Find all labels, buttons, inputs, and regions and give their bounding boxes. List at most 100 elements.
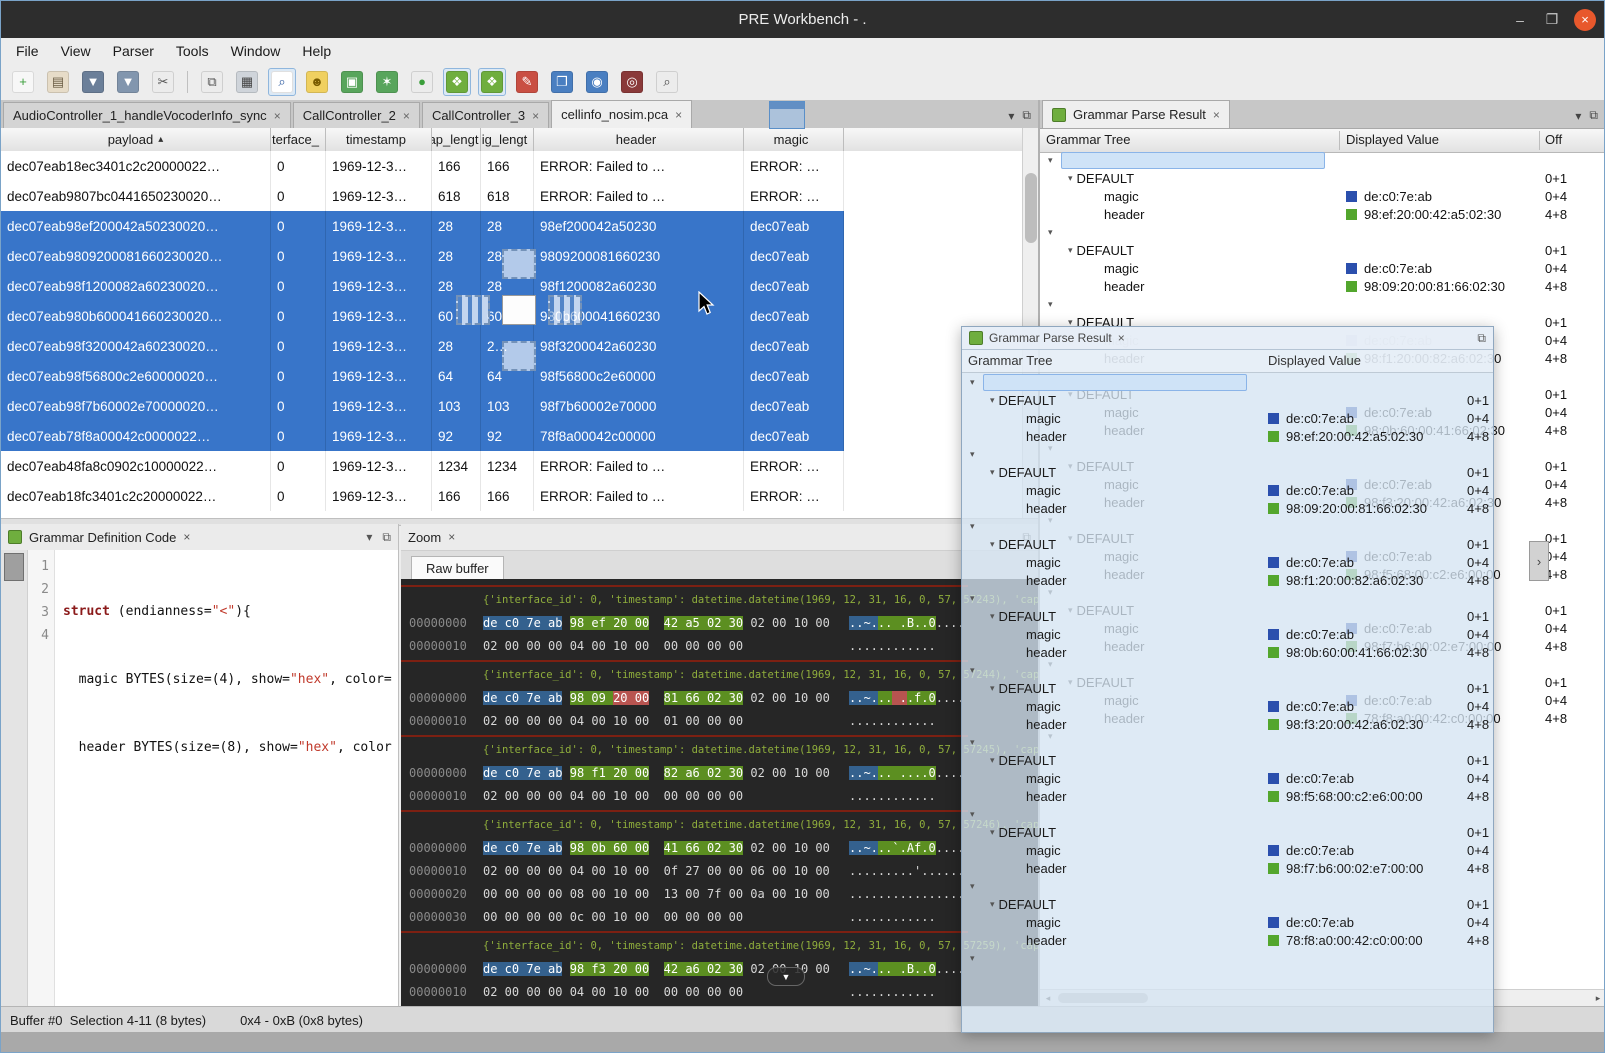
- capture-button[interactable]: ◎: [618, 68, 646, 96]
- chevron-down-icon[interactable]: ▾: [970, 593, 975, 604]
- table-row[interactable]: dec07eab9807bc0441650230020… 0 1969-12-3…: [1, 181, 844, 211]
- selected-node-highlight[interactable]: [983, 374, 1247, 391]
- drop-target-top-icon[interactable]: [502, 249, 536, 279]
- tree-node-row[interactable]: ▾ DEFAULT 0+1: [962, 607, 1493, 625]
- save-all-button[interactable]: ▼: [114, 68, 142, 96]
- menu-item[interactable]: Help: [291, 41, 342, 61]
- tree-root-row[interactable]: ▾: [1040, 151, 1605, 169]
- tree-field-row[interactable]: header 98:0b:60:00:41:66:02:30 4+8: [962, 643, 1493, 661]
- grammar-parse-tree[interactable]: ▾ ▾ DEFAULT 0+1 magic de:c0:7e:ab 0+4 he…: [962, 373, 1493, 1032]
- menu-item[interactable]: View: [50, 41, 102, 61]
- tree-field-row[interactable]: magic de:c0:7e:ab 0+4: [962, 625, 1493, 643]
- marker-button[interactable]: ✎: [513, 68, 541, 96]
- selected-node-highlight[interactable]: [1061, 152, 1325, 169]
- copy-button[interactable]: ⧉: [198, 68, 226, 96]
- new-file-button[interactable]: +: [9, 68, 37, 96]
- chevron-down-icon[interactable]: ▾: [970, 377, 975, 388]
- document-tab[interactable]: cellinfo_nosim.pca ×: [551, 100, 692, 128]
- tree-frame-row[interactable]: ▾: [1040, 295, 1605, 313]
- table-row[interactable]: dec07eab9809200081660230020… 0 1969-12-3…: [1, 241, 844, 271]
- preview-button[interactable]: ◉: [583, 68, 611, 96]
- table-row[interactable]: dec07eab98f1200082a60230020… 0 1969-12-3…: [1, 271, 844, 301]
- tab-grammar-parse-result[interactable]: Grammar Parse Result ×: [1042, 100, 1230, 128]
- chevron-down-icon[interactable]: ▾: [970, 809, 975, 820]
- tree-field-row[interactable]: magic de:c0:7e:ab 0+4: [1040, 187, 1605, 205]
- menu-item[interactable]: File: [5, 41, 50, 61]
- chevron-down-icon[interactable]: ▾: [1048, 227, 1053, 238]
- tree-node-row[interactable]: ▾ DEFAULT 0+1: [962, 823, 1493, 841]
- table-row[interactable]: dec07eab98f7b60002e70000020… 0 1969-12-3…: [1, 391, 844, 421]
- document-tab[interactable]: AudioController_1_handleVocoderInfo_sync…: [3, 102, 291, 128]
- tree-node-row[interactable]: ▾ DEFAULT 0+1: [962, 535, 1493, 553]
- zoom-button[interactable]: ⌕: [653, 68, 681, 96]
- table-row[interactable]: dec07eab18ec3401c2c20000022… 0 1969-12-3…: [1, 151, 844, 181]
- screenshot-button[interactable]: ▣: [338, 68, 366, 96]
- tree-field-row[interactable]: magic de:c0:7e:ab 0+4: [962, 409, 1493, 427]
- tab-list-dropdown-icon[interactable]: ▾: [1575, 109, 1581, 123]
- chevron-down-icon[interactable]: ▾: [990, 395, 995, 406]
- tab-close-icon[interactable]: ×: [274, 109, 281, 123]
- minimize-button[interactable]: –: [1510, 12, 1530, 28]
- table-row[interactable]: dec07eab98f3200042a60230020… 0 1969-12-3…: [1, 331, 844, 361]
- table-row[interactable]: dec07eab98ef200042a50230020… 0 1969-12-3…: [1, 211, 844, 241]
- chevron-down-icon[interactable]: ▾: [1048, 155, 1053, 166]
- tree-frame-row[interactable]: ▾: [962, 517, 1493, 535]
- tab-close-icon[interactable]: ×: [403, 109, 410, 123]
- chevron-down-icon[interactable]: ▾: [970, 953, 975, 964]
- column-header[interactable]: header: [534, 128, 744, 151]
- panel-float-icon[interactable]: ⧉: [382, 530, 391, 545]
- tree-frame-row[interactable]: ▾: [962, 445, 1493, 463]
- column-header[interactable]: terface_: [271, 128, 326, 151]
- panel-header[interactable]: Zoom × ⧉: [401, 524, 1038, 551]
- tree-field-row[interactable]: header 98:ef:20:00:42:a5:02:30 4+8: [962, 427, 1493, 445]
- tree-field-row[interactable]: header 98:f7:b6:00:02:e7:00:00 4+8: [962, 859, 1493, 877]
- table-row[interactable]: dec07eab48fa8c0902c10000022… 0 1969-12-3…: [1, 451, 844, 481]
- code-editor[interactable]: 1234 struct (endianness="<"){ magic BYTE…: [1, 550, 398, 1006]
- scroll-right-icon[interactable]: ▸: [1590, 993, 1605, 1004]
- chevron-down-icon[interactable]: ▾: [990, 539, 995, 550]
- tree-field-row[interactable]: header 98:f5:68:00:c2:e6:00:00 4+8: [962, 787, 1493, 805]
- menu-item[interactable]: Window: [220, 41, 292, 61]
- user-sync-button[interactable]: ☻: [303, 68, 331, 96]
- tree-field-row[interactable]: header 98:f3:20:00:42:a6:02:30 4+8: [962, 715, 1493, 733]
- column-header[interactable]: ig_lengt: [481, 128, 534, 151]
- tree-node-row[interactable]: ▾ DEFAULT 0+1: [962, 679, 1493, 697]
- tree-node-row[interactable]: ▾ DEFAULT 0+1: [1040, 241, 1605, 259]
- tab-close-icon[interactable]: ×: [532, 109, 539, 123]
- tree-frame-row[interactable]: ▾: [962, 805, 1493, 823]
- tree-frame-row[interactable]: ▾: [1040, 223, 1605, 241]
- tree-node-row[interactable]: ▾ DEFAULT 0+1: [962, 751, 1493, 769]
- tree-frame-row[interactable]: ▾: [962, 661, 1493, 679]
- column-header[interactable]: ap_lengt: [432, 128, 481, 151]
- tree-frame-row[interactable]: ▾: [962, 949, 1493, 967]
- drop-target-left-icon[interactable]: [456, 295, 490, 325]
- menu-item[interactable]: Parser: [102, 41, 165, 61]
- chevron-down-icon[interactable]: ▾: [970, 665, 975, 676]
- tree-field-row[interactable]: header 78:f8:a0:00:42:c0:00:00 4+8: [962, 931, 1493, 949]
- maximize-button[interactable]: ❐: [1542, 11, 1562, 28]
- chevron-down-icon[interactable]: ▾: [970, 737, 975, 748]
- tab-close-icon[interactable]: ×: [1213, 108, 1220, 122]
- tab-close-icon[interactable]: ×: [675, 108, 682, 122]
- column-header[interactable]: timestamp: [326, 128, 432, 151]
- panel-header[interactable]: Grammar Definition Code × ▾ ⧉: [1, 524, 398, 551]
- tree-node-row[interactable]: ▾ DEFAULT 0+1: [1040, 169, 1605, 187]
- new-window-button[interactable]: ❐: [548, 68, 576, 96]
- panel-close-icon[interactable]: ×: [183, 530, 190, 544]
- column-header[interactable]: magic: [744, 128, 844, 151]
- chevron-down-icon[interactable]: ▾: [970, 521, 975, 532]
- chevron-down-icon[interactable]: ▾: [970, 881, 975, 892]
- grammar-parse-button[interactable]: ❖: [443, 68, 471, 96]
- floating-grammar-parse-window[interactable]: Grammar Parse Result × ⧉ Grammar Tree Di…: [961, 326, 1494, 1033]
- chevron-down-icon[interactable]: ▾: [1068, 173, 1073, 184]
- tree-frame-row[interactable]: ▾: [962, 733, 1493, 751]
- column-header[interactable]: payload ▴: [1, 128, 271, 151]
- tree-frame-row[interactable]: ▾: [962, 589, 1493, 607]
- scrollbar-thumb[interactable]: [1025, 173, 1037, 243]
- column-grammar-tree[interactable]: Grammar Tree: [1046, 132, 1131, 147]
- tree-field-row[interactable]: magic de:c0:7e:ab 0+4: [962, 841, 1493, 859]
- drop-target-bottom-icon[interactable]: [502, 341, 536, 371]
- tree-node-row[interactable]: ▾ DEFAULT 0+1: [962, 391, 1493, 409]
- tree-field-row[interactable]: magic de:c0:7e:ab 0+4: [962, 481, 1493, 499]
- grammar-tree-button[interactable]: ❖: [478, 68, 506, 96]
